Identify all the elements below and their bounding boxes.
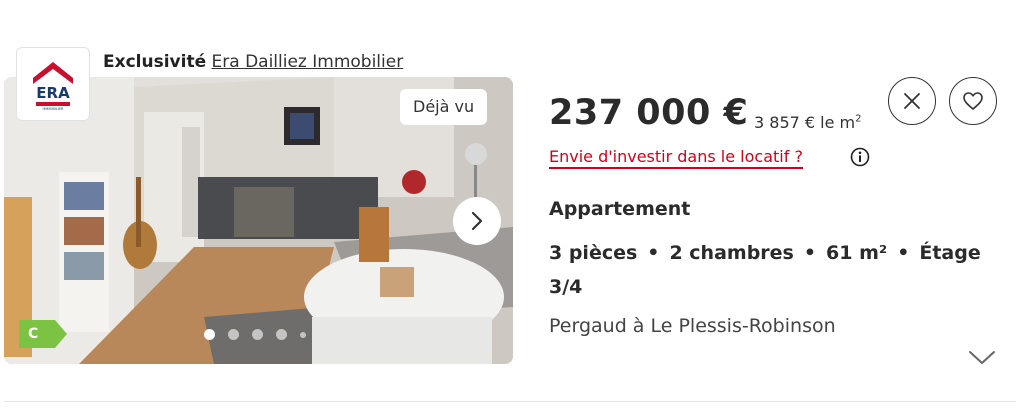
seen-badge: Déjà vu	[400, 89, 488, 125]
era-logo-icon: ERA IMMOBILIER	[33, 62, 73, 111]
feature-rooms: 3 pièces	[549, 242, 638, 264]
close-icon	[904, 93, 920, 109]
features-line: 3 pièces • 2 chambres • 61 m² • Étage 3/4	[549, 236, 1009, 304]
chevron-right-icon	[471, 211, 483, 231]
property-type: Appartement	[549, 198, 691, 220]
favorite-button[interactable]	[949, 77, 997, 125]
exclusive-label: Exclusivité	[103, 52, 207, 72]
feature-area: 61 m²	[826, 242, 888, 264]
separator-dot: •	[647, 242, 660, 264]
agency-line: Exclusivité Era Dailliez Immobilier	[103, 51, 403, 73]
divider	[4, 401, 1016, 402]
pagination-dot[interactable]	[228, 329, 239, 340]
pagination-dot[interactable]	[276, 329, 287, 340]
separator-dot: •	[803, 242, 817, 264]
pagination-dot[interactable]	[300, 331, 306, 338]
heart-icon	[963, 92, 983, 110]
dpe-badge: C	[19, 320, 67, 352]
pagination-dot[interactable]	[252, 329, 263, 340]
dpe-tag-icon	[19, 320, 67, 348]
price-per-sqm: 3 857 € le m2	[754, 113, 862, 132]
info-icon[interactable]	[850, 147, 870, 171]
agency-logo[interactable]: ERA IMMOBILIER	[16, 47, 90, 121]
next-photo-button[interactable]	[453, 197, 501, 245]
dpe-class: C	[28, 326, 39, 342]
agency-link[interactable]: Era Dailliez Immobilier	[212, 52, 404, 72]
feature-bedrooms: 2 chambres	[669, 242, 794, 264]
location: Pergaud à Le Plessis-Robinson	[549, 315, 836, 337]
expand-button[interactable]	[966, 345, 998, 369]
price-per-sqm-sup: 2	[855, 113, 862, 125]
logo-subtext: IMMOBILIER	[43, 107, 64, 111]
chevron-down-icon	[969, 351, 995, 364]
separator-dot: •	[897, 242, 910, 264]
photo-pagination	[204, 329, 319, 340]
listing-card[interactable]: Exclusivité Era Dailliez Immobilier ERA …	[0, 0, 1030, 412]
invest-link[interactable]: Envie d'investir dans le locatif ?	[549, 147, 803, 169]
price-per-sqm-text: 3 857 € le m	[754, 113, 856, 132]
logo-text: ERA	[36, 84, 70, 102]
pagination-dot[interactable]	[204, 329, 215, 340]
close-button[interactable]	[888, 77, 936, 125]
price: 237 000 €	[549, 93, 749, 133]
